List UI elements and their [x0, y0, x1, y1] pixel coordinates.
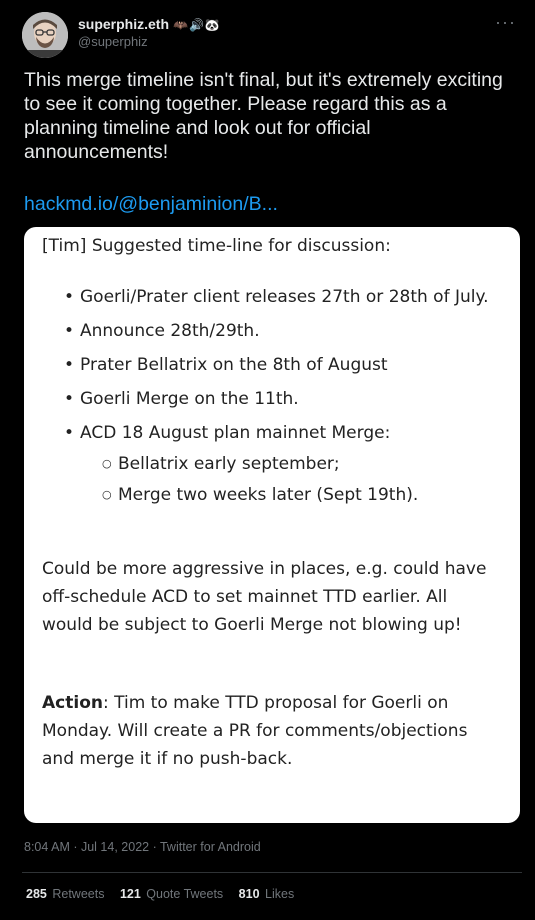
likes-stat[interactable]: 810 Likes — [239, 887, 295, 901]
tweet-meta: 8:04 AM · Jul 14, 2022 · Twitter for And… — [24, 840, 261, 854]
author-handle[interactable]: @superphiz — [78, 34, 221, 50]
sub-list-item: Bellatrix early september; — [80, 450, 504, 478]
quote-tweets-stat[interactable]: 121 Quote Tweets — [120, 887, 223, 901]
more-horizontal-icon[interactable]: ··· — [495, 13, 516, 31]
attached-image-card[interactable]: [Tim] Suggested time-line for discussion… — [24, 227, 520, 823]
tweet-header: superphiz.eth 🦇🔊🐼 @superphiz ··· — [22, 12, 522, 58]
retweets-stat[interactable]: 285 Retweets — [26, 887, 104, 901]
tweet-source[interactable]: Twitter for Android — [160, 840, 261, 854]
sub-list: Bellatrix early september; Merge two wee… — [80, 450, 504, 509]
timeline-list: Goerli/Prater client releases 27th or 28… — [64, 283, 504, 515]
list-item: Goerli Merge on the 11th. — [64, 385, 504, 413]
author-display-name[interactable]: superphiz.eth 🦇🔊🐼 — [78, 16, 221, 33]
tweet-time[interactable]: 8:04 AM — [24, 840, 70, 854]
engagement-stats: 285 Retweets 121 Quote Tweets 810 Likes — [26, 887, 306, 901]
avatar[interactable] — [22, 12, 68, 58]
card-action-paragraph: Action: Tim to make TTD proposal for Goe… — [42, 689, 502, 773]
action-text: : Tim to make TTD proposal for Goerli on… — [42, 693, 468, 769]
action-label: Action — [42, 693, 103, 713]
sub-list-item: Merge two weeks later (Sept 19th). — [80, 481, 504, 509]
tweet-date[interactable]: Jul 14, 2022 — [81, 840, 149, 854]
name-emoji-icons: 🦇🔊🐼 — [173, 18, 221, 32]
card-paragraph: Could be more aggressive in places, e.g.… — [42, 559, 487, 635]
list-item: Prater Bellatrix on the 8th of August — [64, 351, 504, 379]
list-item: Goerli/Prater client releases 27th or 28… — [64, 283, 504, 311]
tweet-text: This merge timeline isn't final, but it'… — [24, 69, 503, 163]
divider — [22, 872, 522, 873]
list-item: ACD 18 August plan mainnet Merge: Bellat… — [64, 419, 504, 509]
author-info[interactable]: superphiz.eth 🦇🔊🐼 @superphiz — [78, 16, 221, 50]
card-heading: [Tim] Suggested time-line for discussion… — [42, 236, 391, 256]
tweet-link[interactable]: hackmd.io/@benjaminion/B... — [24, 192, 278, 216]
list-item: Announce 28th/29th. — [64, 317, 504, 345]
